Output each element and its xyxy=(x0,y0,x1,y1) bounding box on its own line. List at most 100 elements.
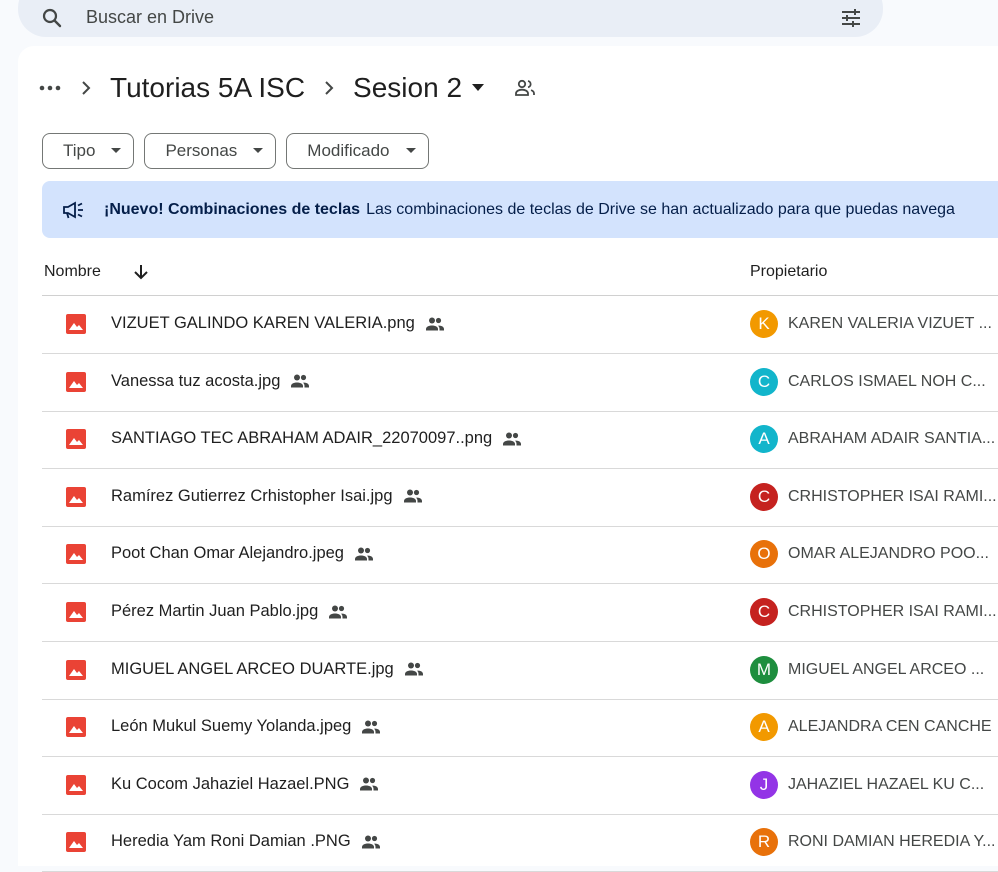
breadcrumb-current-label: Sesion 2 xyxy=(353,72,463,103)
file-name-label: SANTIAGO TEC ABRAHAM ADAIR_22070097..png xyxy=(111,429,493,448)
chevron-right-icon xyxy=(74,80,98,96)
file-name-label: Heredia Yam Roni Damian .PNG xyxy=(111,832,351,851)
arrow-down-icon[interactable] xyxy=(131,262,151,287)
banner-title: ¡Nuevo! Combinaciones de teclas xyxy=(104,200,361,218)
file-name-label: Ku Cocom Jahaziel Hazael.PNG xyxy=(111,774,350,793)
table-row[interactable]: Poot Chan Omar Alejandro.jpeg O OMAR ALEJA… xyxy=(42,526,998,585)
file-name-label: Poot Chan Omar Alejandro.jpeg xyxy=(111,544,344,563)
shared-folder-icon[interactable] xyxy=(514,79,536,97)
table-row[interactable]: MIGUEL ANGEL ARCEO DUARTE.jpg M MIGUEL ANG… xyxy=(42,642,998,700)
table-row[interactable]: Heredia Yam Roni Damian .PNG R RONI DAMIAN… xyxy=(42,814,998,872)
file-name[interactable]: VIZUET GALINDO KAREN VALERIA.png xyxy=(111,314,445,333)
caret-down-icon xyxy=(405,148,416,154)
image-file-icon xyxy=(66,544,86,569)
file-name[interactable]: León Mukul Suemy Yolanda.jpeg xyxy=(111,717,381,736)
owner-avatar: J xyxy=(750,770,778,799)
file-name[interactable]: SANTIAGO TEC ABRAHAM ADAIR_22070097..png xyxy=(111,429,522,448)
owner-avatar: K xyxy=(750,310,778,338)
table-row[interactable]: SANTIAGO TEC ABRAHAM ADAIR_22070097..png… xyxy=(42,411,998,470)
caret-down-icon xyxy=(111,148,122,154)
file-name[interactable]: Pérez Martin Juan Pablo.jpg xyxy=(111,602,348,621)
owner-name: ALEJANDRA CEN CANCHE xyxy=(788,718,992,736)
file-name-label: León Mukul Suemy Yolanda.jpeg xyxy=(111,717,352,736)
breadcrumb-current[interactable]: Sesion 2 xyxy=(353,72,485,104)
image-file-icon xyxy=(66,314,86,339)
megaphone-icon xyxy=(62,200,86,219)
breadcrumb-folder[interactable]: Tutorias 5A ISC xyxy=(110,72,305,104)
search-icon[interactable] xyxy=(40,6,64,35)
file-name[interactable]: Vanessa tuz acosta.jpg xyxy=(111,372,310,391)
owner-name: CRHISTOPHER ISAI RAMI... xyxy=(788,603,997,620)
owner-name: JAHAZIEL HAZAEL KU C... xyxy=(788,775,985,793)
file-name[interactable]: MIGUEL ANGEL ARCEO DUARTE.jpg xyxy=(111,660,424,679)
banner-message: Las combinaciones de teclas de Drive se … xyxy=(366,200,955,218)
file-name[interactable]: Ku Cocom Jahaziel Hazael.PNG xyxy=(111,775,379,794)
image-file-icon xyxy=(66,602,86,627)
shared-icon xyxy=(403,488,423,504)
search-options-icon[interactable] xyxy=(839,6,863,35)
owner-avatar: A xyxy=(750,425,778,454)
image-file-icon xyxy=(66,429,86,454)
shared-icon xyxy=(354,546,374,562)
column-owner-header[interactable]: Propietario xyxy=(750,263,827,281)
shared-icon xyxy=(502,431,522,447)
owner-avatar: A xyxy=(750,713,778,742)
chevron-right-icon xyxy=(317,80,341,96)
table-row[interactable]: Pérez Martin Juan Pablo.jpg C CRHISTOPHER … xyxy=(42,584,998,642)
filter-chips: Tipo Personas Modificado xyxy=(42,133,429,169)
image-file-icon xyxy=(66,832,86,857)
breadcrumb: Tutorias 5A ISC Sesion 2 xyxy=(38,70,536,106)
owner-name: CARLOS ISMAEL NOH C... xyxy=(788,372,986,390)
column-name-header[interactable]: Nombre xyxy=(44,263,101,281)
filter-modified-label: Modificado xyxy=(307,141,390,160)
shared-icon xyxy=(361,834,381,850)
filter-people-chip[interactable]: Personas xyxy=(144,133,277,169)
table-row[interactable]: León Mukul Suemy Yolanda.jpeg A ALEJANDRA … xyxy=(42,699,998,758)
shared-icon xyxy=(359,776,379,792)
owner-name: ABRAHAM ADAIR SANTIA... xyxy=(788,430,996,448)
filter-modified-chip[interactable]: Modificado xyxy=(286,133,429,169)
table-row[interactable]: Ramírez Gutierrez Crhistopher Isai.jpg C C… xyxy=(42,469,998,527)
file-name-label: VIZUET GALINDO KAREN VALERIA.png xyxy=(111,314,415,332)
owner-avatar: M xyxy=(750,655,778,684)
owner-avatar: C xyxy=(750,367,778,396)
file-name[interactable]: Heredia Yam Roni Damian .PNG xyxy=(111,832,381,851)
shared-icon xyxy=(404,661,424,677)
owner-avatar: C xyxy=(750,482,778,511)
main-content: Tutorias 5A ISC Sesion 2 Tipo Personas M… xyxy=(18,46,998,872)
owner-name: MIGUEL ANGEL ARCEO ... xyxy=(788,660,985,678)
image-file-icon xyxy=(66,774,86,800)
owner-avatar: C xyxy=(750,598,778,626)
image-file-icon xyxy=(66,371,86,397)
owner-avatar: O xyxy=(750,540,778,569)
owner-name: KAREN VALERIA VIZUET ... xyxy=(788,315,992,332)
filter-type-label: Tipo xyxy=(63,141,96,160)
announcement-banner: ¡Nuevo! Combinaciones de teclas Las comb… xyxy=(42,181,998,238)
owner-name: RONI DAMIAN HEREDIA Y... xyxy=(788,833,996,851)
file-name[interactable]: Poot Chan Omar Alejandro.jpeg xyxy=(111,544,374,563)
owner-avatar: R xyxy=(750,828,778,857)
filter-type-chip[interactable]: Tipo xyxy=(42,133,135,169)
table-row[interactable]: Vanessa tuz acosta.jpg C CARLOS ISMAEL NOH… xyxy=(42,354,998,412)
file-name[interactable]: Ramírez Gutierrez Crhistopher Isai.jpg xyxy=(111,487,423,506)
shared-icon xyxy=(361,719,381,735)
table-header: Nombre Propietario xyxy=(42,251,998,296)
search-bar[interactable]: Buscar en Drive xyxy=(18,0,883,37)
owner-name: OMAR ALEJANDRO POO... xyxy=(788,545,989,563)
more-horizontal-icon[interactable] xyxy=(38,76,62,100)
search-input[interactable]: Buscar en Drive xyxy=(86,7,214,28)
filter-people-label: Personas xyxy=(165,141,238,160)
table-row[interactable]: VIZUET GALINDO KAREN VALERIA.png K KAREN V… xyxy=(42,296,998,354)
file-name-label: Vanessa tuz acosta.jpg xyxy=(111,371,281,390)
file-name-label: Pérez Martin Juan Pablo.jpg xyxy=(111,602,319,620)
caret-down-icon xyxy=(472,84,485,92)
image-file-icon xyxy=(66,659,86,685)
table-row[interactable]: Ku Cocom Jahaziel Hazael.PNG J JAHAZIEL HA… xyxy=(42,757,998,815)
shared-icon xyxy=(328,604,348,620)
image-file-icon xyxy=(66,486,86,512)
file-name-label: MIGUEL ANGEL ARCEO DUARTE.jpg xyxy=(111,659,394,678)
shared-icon xyxy=(290,373,310,389)
caret-down-icon xyxy=(253,148,264,154)
file-name-label: Ramírez Gutierrez Crhistopher Isai.jpg xyxy=(111,486,393,505)
shared-icon xyxy=(425,316,445,332)
